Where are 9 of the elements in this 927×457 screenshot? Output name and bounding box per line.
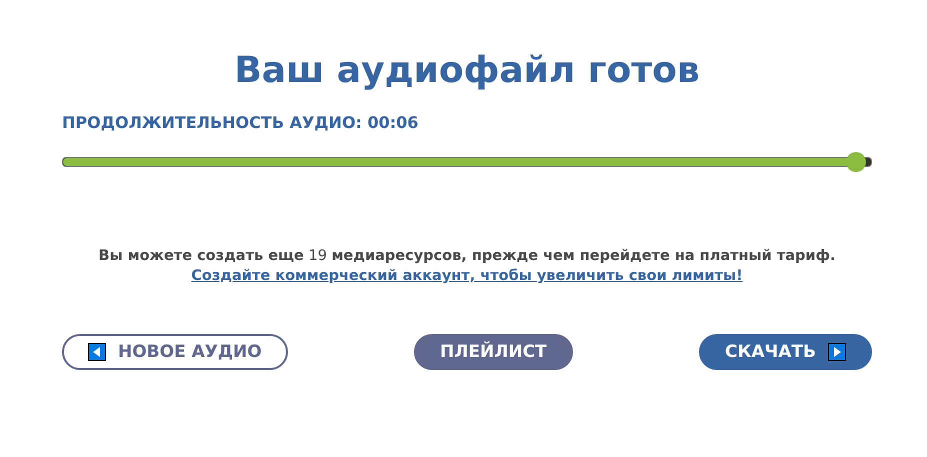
- duration-label: ПРОДОЛЖИТЕЛЬНОСТЬ АУДИО: 00:06: [62, 113, 418, 132]
- audio-progress-track[interactable]: [62, 152, 872, 172]
- limit-notice: Вы можете создать еще 19 медиаресурсов, прежде чем перейдете на платный тариф.: [98, 248, 836, 264]
- download-button[interactable]: СКАЧАТЬ: [699, 334, 872, 370]
- upgrade-link[interactable]: Создайте коммерческий аккаунт, чтобы увеличить свои лимиты!: [191, 268, 743, 284]
- new-audio-button[interactable]: НОВОЕ АУДИО: [62, 334, 288, 370]
- playlist-button[interactable]: ПЛЕЙЛИСТ: [414, 334, 573, 370]
- progress-thumb[interactable]: [846, 152, 866, 172]
- page-title: Ваш аудиофайл готов: [233, 50, 701, 91]
